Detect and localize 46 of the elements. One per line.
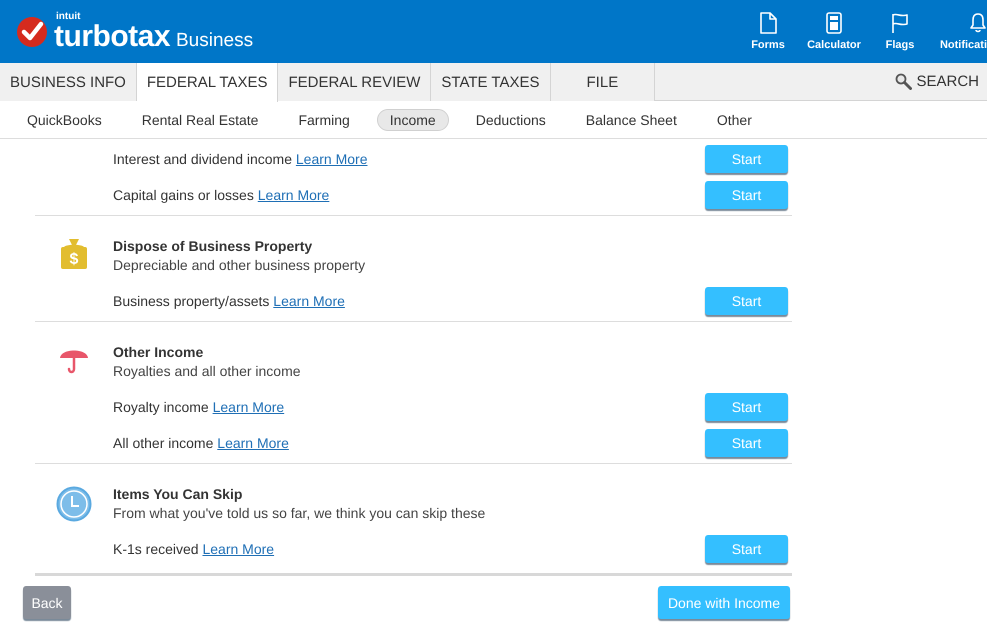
nav-tab[interactable]: FEDERAL REVIEW <box>278 63 432 101</box>
learn-more-link[interactable]: Learn More <box>273 293 345 309</box>
document-icon <box>759 12 777 34</box>
bell-icon <box>969 12 987 34</box>
item-label: Royalty income Learn More <box>113 399 284 415</box>
subnav-item[interactable]: Rental Real Estate <box>128 108 272 130</box>
subnav-item[interactable]: Farming <box>285 108 363 130</box>
item-label: All other income Learn More <box>113 435 289 451</box>
nav-tab[interactable]: FEDERAL TAXES <box>136 63 278 102</box>
section-subtitle: From what you've told us so far, we think you can skip these <box>113 505 486 521</box>
search-button[interactable]: SEARCH <box>889 63 987 100</box>
flag-icon <box>891 12 909 34</box>
nav-tab[interactable]: FILE <box>550 63 656 101</box>
nav-tab[interactable]: STATE TAXES <box>431 63 551 101</box>
learn-more-link[interactable]: Learn More <box>217 435 289 451</box>
subnav-item[interactable]: Deductions <box>462 108 559 130</box>
calculator-icon <box>825 12 843 34</box>
nav-tab[interactable]: BUSINESS INFO <box>0 63 137 101</box>
clock-icon <box>56 486 92 522</box>
section-title: Dispose of Business Property <box>113 238 314 254</box>
subnav-item[interactable]: Other <box>704 108 765 130</box>
learn-more-link[interactable]: Learn More <box>212 399 284 415</box>
calculator-button[interactable]: Calculator <box>801 3 867 63</box>
item-label: Business property/assets Learn More <box>113 293 345 309</box>
product-name: Business <box>176 30 254 50</box>
item-label: Capital gains or losses Learn More <box>113 187 330 203</box>
checkmark-logo-icon <box>16 16 48 48</box>
section-title: Items You Can Skip <box>113 486 244 502</box>
search-icon <box>895 73 912 90</box>
subnav-item[interactable]: Income <box>376 108 449 130</box>
flags-button[interactable]: Flags <box>867 3 933 63</box>
item-label: Interest and dividend income Learn More <box>113 151 368 167</box>
section-subtitle: Depreciable and other business property <box>113 257 366 273</box>
learn-more-link[interactable]: Learn More <box>296 151 368 167</box>
maker-logo-text: intuit <box>56 12 82 22</box>
subnav-item[interactable]: Balance Sheet <box>572 108 690 130</box>
subnav-item[interactable]: QuickBooks <box>14 108 115 130</box>
section-title: Other Income <box>113 344 204 360</box>
brand-logo-text: turbotax <box>54 22 170 52</box>
forms-button[interactable]: Forms <box>735 3 801 63</box>
back-button[interactable]: Back <box>23 586 71 619</box>
item-label: K-1s received Learn More <box>113 541 274 557</box>
notifications-button[interactable]: Notificati <box>933 3 987 63</box>
section-subtitle: Royalties and all other income <box>113 363 302 379</box>
learn-more-link[interactable]: Learn More <box>202 541 274 557</box>
learn-more-link[interactable]: Learn More <box>258 187 330 203</box>
